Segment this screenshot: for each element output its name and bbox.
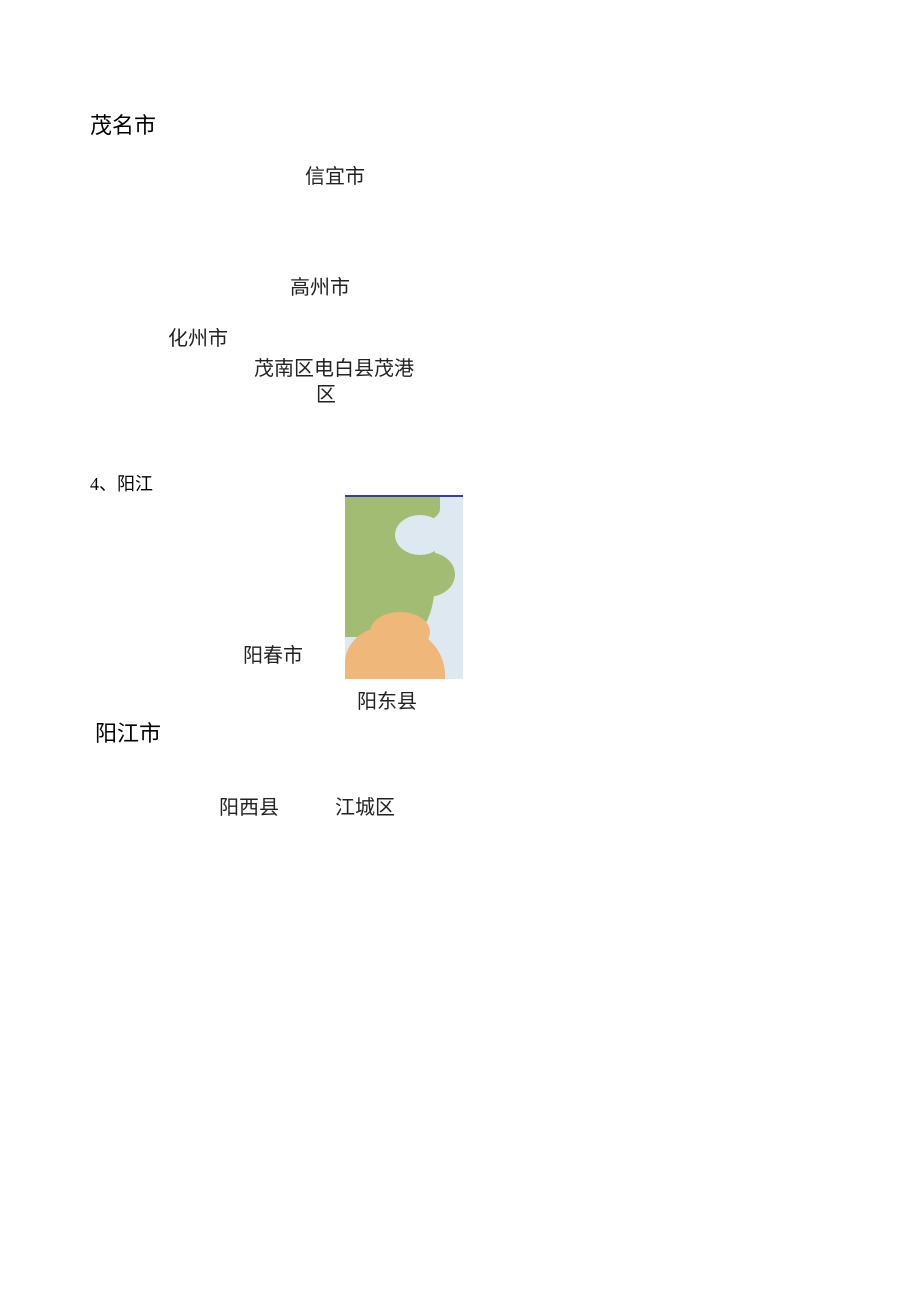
yangdong-label: 阳东县 — [357, 685, 417, 714]
yangchun-label: 阳春市 — [243, 639, 303, 668]
section-4-yangjiang: 4、阳江 — [90, 470, 153, 496]
gaozhou-label: 高州市 — [290, 271, 350, 300]
yangxi-label: 阳西县 — [219, 791, 279, 820]
map-image — [345, 495, 463, 679]
jiangcheng-label: 江城区 — [335, 791, 395, 820]
huazhou-label: 化州市 — [168, 322, 228, 351]
maonan-line1: 茂南区电白县茂港 — [254, 352, 414, 381]
maoming-title: 茂名市 — [90, 108, 156, 140]
maonan-line2: 区 — [316, 378, 336, 407]
xinyi-label: 信宜市 — [305, 160, 365, 189]
yangjiang-title: 阳江市 — [95, 716, 161, 748]
